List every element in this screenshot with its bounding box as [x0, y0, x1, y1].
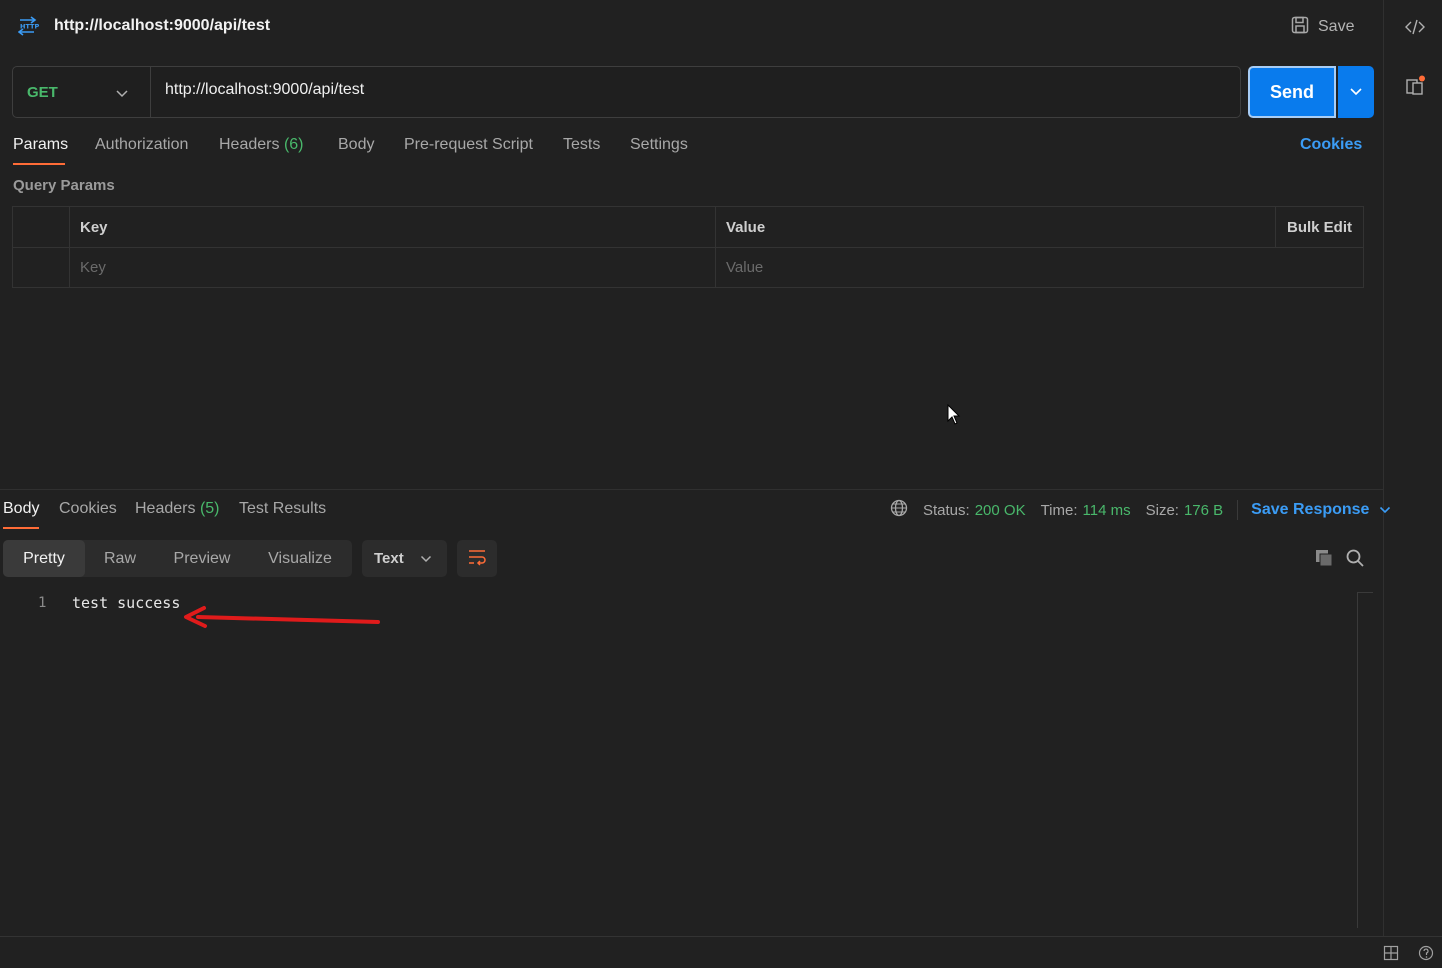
size-value[interactable]: 176 B — [1184, 502, 1223, 519]
bulk-edit-button[interactable]: Bulk Edit — [1277, 207, 1352, 247]
response-scrollbar[interactable] — [1357, 592, 1373, 928]
wrap-lines-button[interactable] — [457, 540, 497, 577]
method-label: GET — [27, 83, 58, 101]
mode-pretty[interactable]: Pretty — [3, 540, 85, 577]
save-button[interactable]: Save — [1290, 14, 1354, 40]
chevron-down-icon — [115, 86, 129, 103]
save-response-label: Save Response — [1251, 501, 1370, 518]
url-input[interactable]: http://localhost:9000/api/test — [165, 81, 364, 99]
response-tab-test-results[interactable]: Test Results — [239, 500, 326, 518]
wrap-lines-icon — [467, 548, 487, 570]
query-params-table: Key Value Bulk Edit Key Value — [12, 206, 1364, 288]
format-label: Text — [374, 550, 404, 567]
save-label: Save — [1318, 18, 1355, 35]
response-tab-body[interactable]: Body — [3, 500, 39, 518]
response-headers-count: (5) — [199, 500, 220, 517]
response-tab-cookies[interactable]: Cookies — [59, 500, 117, 518]
value-input[interactable]: Value — [716, 247, 1361, 287]
chevron-down-icon — [420, 550, 432, 567]
mode-preview[interactable]: Preview — [165, 540, 239, 577]
chevron-down-icon — [1379, 501, 1391, 519]
chevron-down-icon — [1349, 84, 1363, 101]
url-bar: GET http://localhost:9000/api/test — [12, 66, 1241, 118]
send-options-button[interactable] — [1338, 66, 1374, 118]
response-tab-headers-label: Headers — [135, 500, 196, 517]
tab-params[interactable]: Params — [13, 136, 68, 154]
response-status-bar: Status: 200 OK Time: 114 ms Size: 176 B … — [890, 499, 1391, 521]
tab-settings[interactable]: Settings — [630, 136, 688, 154]
mode-raw[interactable]: Raw — [91, 540, 149, 577]
cookies-link[interactable]: Cookies — [1300, 136, 1362, 154]
request-title[interactable]: http://localhost:9000/api/test — [54, 17, 270, 35]
response-format-select[interactable]: Text — [362, 540, 447, 577]
mouse-cursor — [947, 403, 961, 430]
response-tab-headers[interactable]: Headers (5) — [135, 500, 220, 518]
tab-headers[interactable]: Headers (6) — [219, 136, 304, 154]
status-value[interactable]: 200 OK — [975, 502, 1026, 519]
pane-divider[interactable] — [0, 489, 1383, 490]
svg-text:HTTP: HTTP — [20, 23, 39, 31]
save-response-button[interactable]: Save Response — [1251, 501, 1391, 519]
right-sidebar — [1383, 0, 1442, 936]
mode-visualize[interactable]: Visualize — [259, 540, 341, 577]
code-icon[interactable] — [1402, 14, 1428, 40]
key-input[interactable]: Key — [70, 247, 715, 287]
column-header-value: Value — [726, 218, 766, 236]
response-body-text[interactable]: test success — [72, 594, 180, 612]
column-header-key: Key — [80, 218, 108, 236]
method-select[interactable]: GET — [13, 67, 151, 117]
tab-authorization[interactable]: Authorization — [95, 136, 188, 154]
search-icon[interactable] — [1344, 547, 1366, 569]
status-footer — [0, 936, 1442, 968]
time-value[interactable]: 114 ms — [1083, 502, 1131, 519]
tab-tests[interactable]: Tests — [563, 136, 600, 154]
tab-pre-request-script[interactable]: Pre-request Script — [404, 136, 533, 154]
send-button[interactable]: Send — [1248, 66, 1336, 118]
active-tab-indicator — [13, 163, 65, 165]
query-params-title: Query Params — [13, 177, 115, 194]
tab-body[interactable]: Body — [338, 136, 374, 154]
globe-icon[interactable] — [890, 499, 908, 521]
time-label: Time: — [1040, 501, 1078, 519]
line-number: 1 — [38, 595, 47, 611]
document-info-icon[interactable] — [1402, 73, 1428, 99]
floppy-disk-icon — [1290, 15, 1310, 40]
status-label: Status: — [923, 501, 970, 519]
response-view-modes: Pretty Raw Preview Visualize — [3, 540, 352, 577]
request-title-bar: HTTP http://localhost:9000/api/test Save — [0, 0, 1383, 56]
headers-count: (6) — [283, 136, 304, 153]
active-tab-indicator — [3, 527, 39, 529]
layout-icon[interactable] — [1383, 945, 1399, 961]
help-icon[interactable] — [1418, 945, 1434, 961]
size-label: Size: — [1145, 501, 1179, 519]
copy-icon[interactable] — [1313, 547, 1335, 569]
annotation-arrow — [180, 603, 390, 637]
tab-headers-label: Headers — [219, 136, 280, 153]
http-icon: HTTP — [17, 16, 40, 40]
